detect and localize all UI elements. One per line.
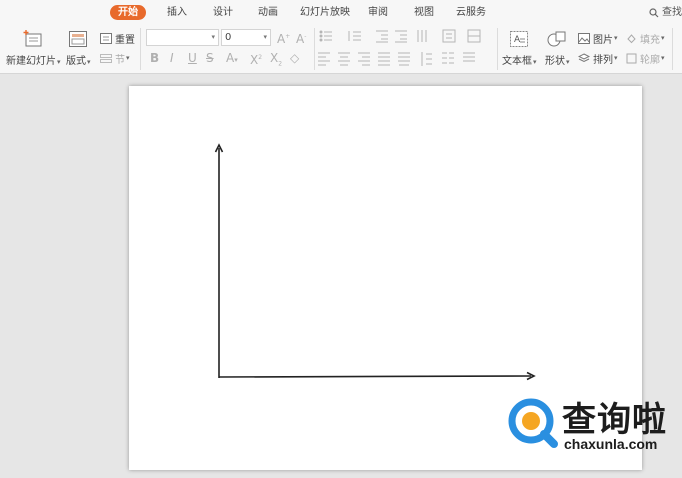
picture-button[interactable]: 图片 ▾ (578, 30, 618, 46)
textbox-icon: A (508, 28, 530, 50)
justify-icon[interactable] (378, 52, 390, 66)
layout-button[interactable]: 版式▾ (66, 28, 91, 67)
paragraph-group (318, 29, 493, 72)
shape-label: 形状 (545, 56, 565, 67)
align-left-icon[interactable] (318, 52, 330, 66)
x-axis-arrow[interactable] (218, 371, 536, 381)
chevron-down-icon: ▾ (87, 58, 91, 66)
smartart-icon[interactable] (467, 29, 481, 43)
new-slide-label: 新建幻灯片 (6, 56, 56, 67)
align-text-icon[interactable] (442, 29, 456, 43)
textbox-button[interactable]: A 文本框▾ (502, 28, 537, 67)
textbox-label: 文本框 (502, 56, 532, 67)
text-direction-icon[interactable] (417, 30, 427, 42)
tab-design[interactable]: 设计 (213, 5, 233, 20)
chevron-down-icon: ▾ (566, 58, 570, 66)
tab-insert[interactable]: 插入 (167, 5, 187, 20)
italic-icon[interactable]: I (170, 51, 174, 65)
ribbon-tab-bar: 开始 插入 设计 动画 幻灯片放映 审阅 视图 云服务 查找 (0, 0, 682, 24)
watermark-name: 查询啦 (562, 400, 667, 440)
decrease-indent-icon[interactable] (376, 30, 388, 43)
tab-view[interactable]: 视图 (414, 5, 434, 20)
chevron-down-icon: ▾ (614, 54, 618, 62)
tab-review[interactable]: 审阅 (368, 5, 388, 20)
picture-icon (578, 32, 590, 44)
search-box[interactable]: 查找 (649, 5, 682, 20)
superscript-icon[interactable]: X2 (250, 51, 262, 67)
outline-button[interactable]: 轮廓 ▾ (626, 50, 665, 66)
svg-text:A: A (514, 35, 521, 45)
chevron-down-icon: ▾ (57, 58, 61, 66)
underline-icon[interactable]: U (188, 51, 197, 65)
reset-icon (100, 32, 112, 44)
layout-icon (67, 28, 89, 50)
layout-label: 版式 (66, 56, 86, 67)
ribbon-toolbar: 新建幻灯片▾ 版式▾ 重置 节 ▾ ▾ 0 ▾ A+ A- B I U S A▾… (0, 24, 682, 74)
fill-icon (627, 33, 636, 43)
ribbon-separator (497, 28, 498, 70)
chevron-down-icon: ▾ (614, 34, 618, 42)
y-axis-arrow[interactable] (214, 143, 224, 378)
font-name-combo[interactable]: ▾ (146, 29, 219, 46)
new-slide-icon (22, 28, 44, 50)
fill-label: 填充 (640, 34, 660, 46)
reset-button[interactable]: 重置 (100, 30, 135, 46)
align-right-icon[interactable] (358, 52, 370, 66)
watermark-url: chaxunla.com (564, 436, 658, 452)
chevron-down-icon: ▾ (263, 33, 267, 41)
ribbon-separator (314, 28, 315, 70)
clear-format-icon[interactable]: ◇ (290, 51, 299, 65)
font-color-icon[interactable]: A▾ (226, 51, 238, 67)
strikethrough-icon[interactable]: S (206, 51, 214, 65)
shape-button[interactable]: 形状▾ (545, 28, 570, 67)
columns-icon[interactable] (442, 52, 454, 64)
ribbon-separator (672, 28, 673, 70)
chevron-down-icon: ▾ (126, 54, 130, 62)
numbered-list-icon[interactable] (348, 31, 361, 41)
decrease-font-icon[interactable]: A- (296, 30, 306, 46)
chevron-down-icon: ▾ (661, 54, 665, 62)
chevron-down-icon: ▾ (661, 34, 665, 42)
tab-cloud-service[interactable]: 云服务 (456, 5, 486, 20)
subscript-icon[interactable]: X2 (270, 51, 282, 71)
search-icon (649, 7, 659, 17)
magnifier-logo-icon (504, 394, 562, 452)
bold-icon[interactable]: B (150, 51, 159, 65)
section-label: 节 (115, 54, 125, 66)
chevron-down-icon: ▾ (533, 58, 537, 66)
arrange-icon (578, 52, 590, 62)
bullet-list-icon[interactable] (319, 30, 332, 42)
tab-slideshow[interactable]: 幻灯片放映 (300, 5, 350, 20)
section-button[interactable]: 节 ▾ (100, 50, 130, 66)
picture-label: 图片 (593, 34, 613, 46)
distribute-icon[interactable] (398, 52, 410, 66)
arrange-label: 排列 (593, 54, 613, 66)
align-center-icon[interactable] (338, 52, 350, 66)
search-label: 查找 (662, 7, 682, 18)
section-icon (100, 53, 112, 63)
ribbon-separator (140, 28, 141, 70)
shape-icon (546, 28, 568, 50)
new-slide-button[interactable]: 新建幻灯片▾ (6, 28, 61, 67)
reset-label: 重置 (115, 34, 135, 46)
font-size-value: 0 (225, 32, 232, 43)
font-size-combo[interactable]: 0 ▾ (221, 29, 271, 46)
tab-animation[interactable]: 动画 (258, 5, 278, 20)
increase-indent-icon[interactable] (395, 30, 407, 43)
chevron-down-icon: ▾ (211, 33, 215, 41)
paragraph-settings-icon[interactable] (463, 52, 475, 62)
watermark-logo: 查询啦 chaxunla.com (500, 388, 682, 460)
outline-label: 轮廓 (640, 54, 660, 66)
outline-icon (626, 53, 637, 63)
increase-font-icon[interactable]: A+ (277, 30, 290, 46)
fill-button[interactable]: 填充 ▾ (626, 30, 665, 46)
line-spacing-icon[interactable] (421, 52, 432, 66)
arrange-button[interactable]: 排列 ▾ (578, 50, 618, 66)
tab-home[interactable]: 开始 (110, 5, 146, 20)
